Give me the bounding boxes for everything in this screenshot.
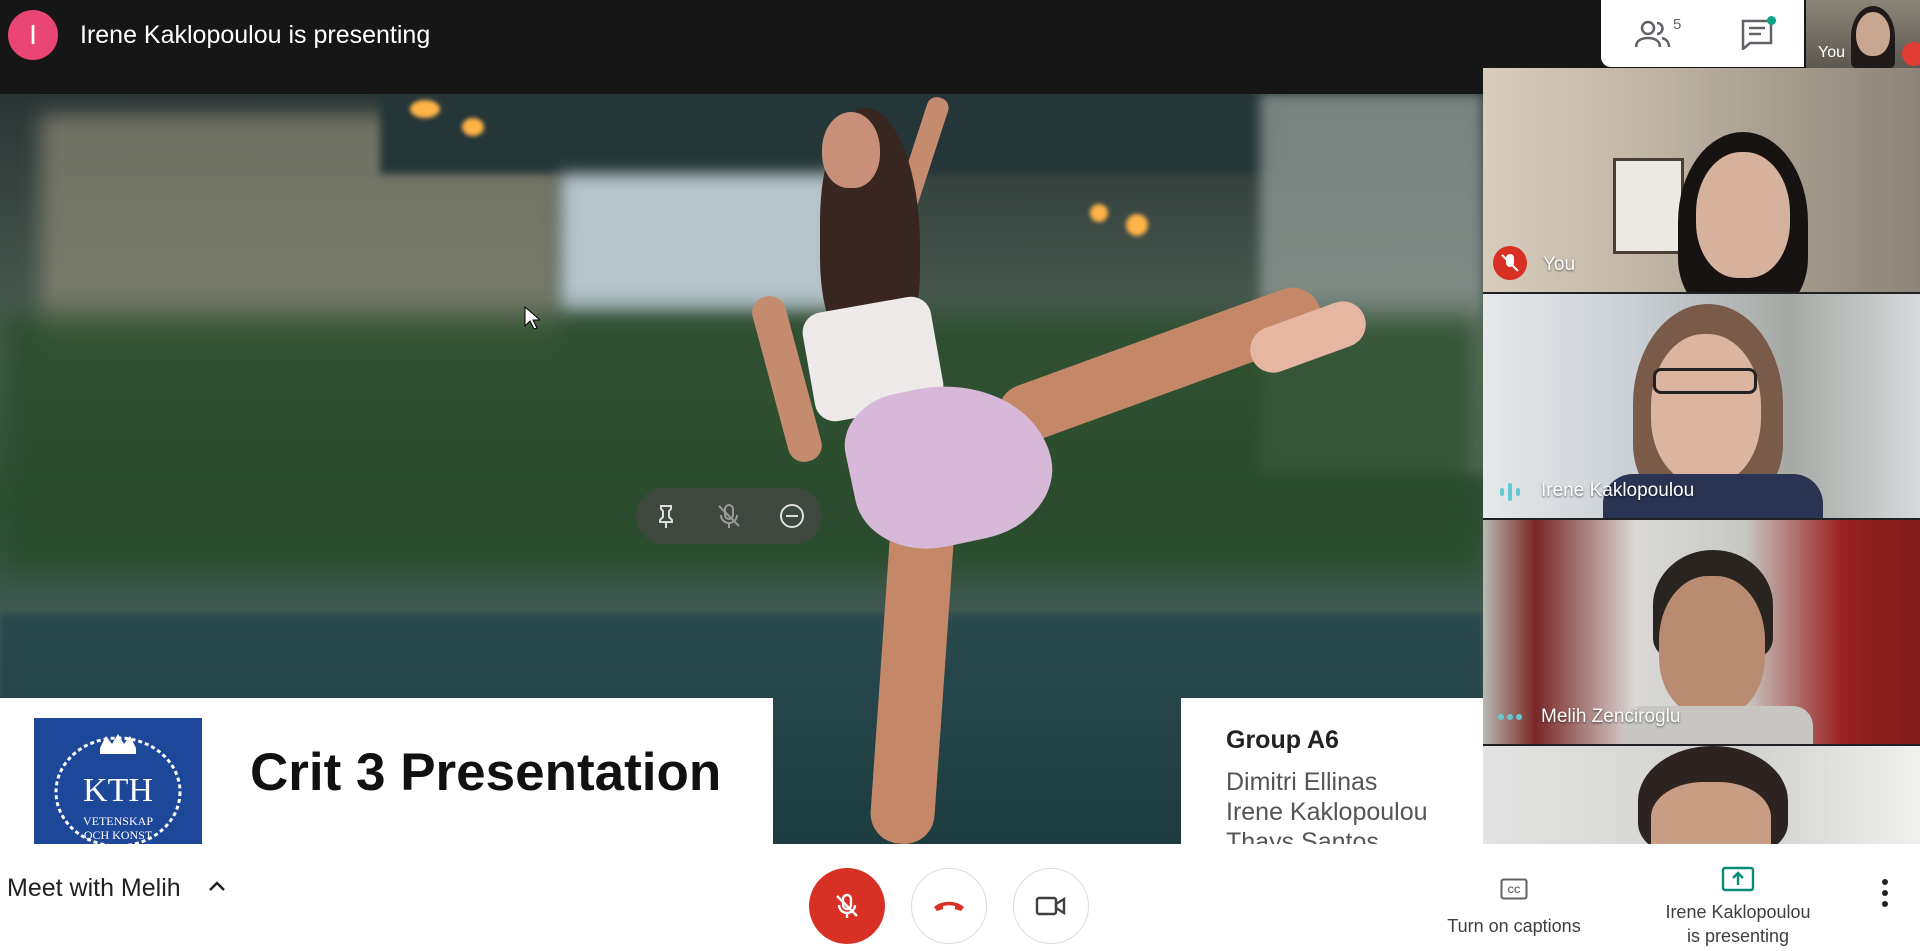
participant-name: Melih Zenciroglu [1541,706,1681,727]
participant-tile-you[interactable]: You [1483,68,1920,292]
group-member: Dimitri Ellinas [1226,768,1378,796]
self-view-label: You [1818,44,1845,61]
group-member: Thays Santos [1226,828,1379,844]
slide-title: Crit 3 Presentation [250,743,722,802]
self-view-mini[interactable]: You [1806,0,1920,68]
group-title: Group A6 [1226,726,1339,754]
participant-tile-irene[interactable]: Irene Kaklopoulou [1483,294,1920,518]
chevron-up-icon[interactable] [205,874,229,898]
slide-group-panel: Group A6 Dimitri Ellinas Irene Kaklopoul… [1181,698,1483,844]
presenting-name: Irene Kaklopoulou [1665,902,1811,922]
mic-toggle-button[interactable] [809,868,885,944]
svg-text:CC: CC [1508,885,1521,895]
meeting-title[interactable]: Meet with Melih [7,874,181,903]
slide-title-panel: KTH VETENSKAP OCH KONST Crit 3 Presentat… [0,698,773,844]
turn-on-captions-button[interactable]: Turn on captions [1420,916,1608,937]
people-icon[interactable] [1635,18,1671,50]
mic-off-icon [1902,42,1920,66]
participant-tile-melih[interactable]: Melih Zenciroglu [1483,520,1920,744]
pin-icon[interactable] [652,502,680,530]
hang-up-icon [934,901,964,911]
remove-icon[interactable] [778,502,806,530]
participant-name: You [1543,254,1576,275]
presenting-banner-text: Irene Kaklopoulou is presenting [80,21,431,49]
mic-off-icon [1493,246,1527,280]
present-icon[interactable] [1721,866,1755,892]
more-vert-icon[interactable] [1878,876,1892,910]
participant-tile-4[interactable] [1483,746,1920,844]
leave-call-button[interactable] [911,868,987,944]
kth-logo: KTH VETENSKAP OCH KONST [34,718,202,844]
people-count-badge: 5 [1673,16,1682,33]
group-member: Irene Kaklopoulou [1226,798,1428,826]
mic-off-icon[interactable] [715,502,743,530]
speaking-indicator-icon [1500,483,1520,501]
chat-notification-dot [1767,16,1776,25]
bottom-bar: Meet with Melih CC Turn on captions Iren… [0,844,1920,951]
tile-hover-controls [636,488,822,544]
mic-off-icon [836,893,858,918]
active-indicator-icon [1498,714,1522,720]
camera-toggle-button[interactable] [1013,868,1089,944]
camera-icon [1035,896,1066,916]
captions-icon[interactable]: CC [1500,878,1528,900]
participant-sidebar: You Irene Kaklopoulou Melih Zenciroglu [1483,68,1920,844]
presentation-stage: KTH VETENSKAP OCH KONST Crit 3 Presentat… [0,94,1483,844]
mouse-cursor-icon [524,306,540,330]
presenting-suffix: is presenting [1686,926,1790,946]
presenter-avatar: I [8,10,58,60]
participant-name: Irene Kaklopoulou [1541,480,1695,501]
presenting-status[interactable]: Irene Kaklopoulou is presenting [1640,900,1836,948]
top-actions-panel: 5 [1601,0,1804,67]
